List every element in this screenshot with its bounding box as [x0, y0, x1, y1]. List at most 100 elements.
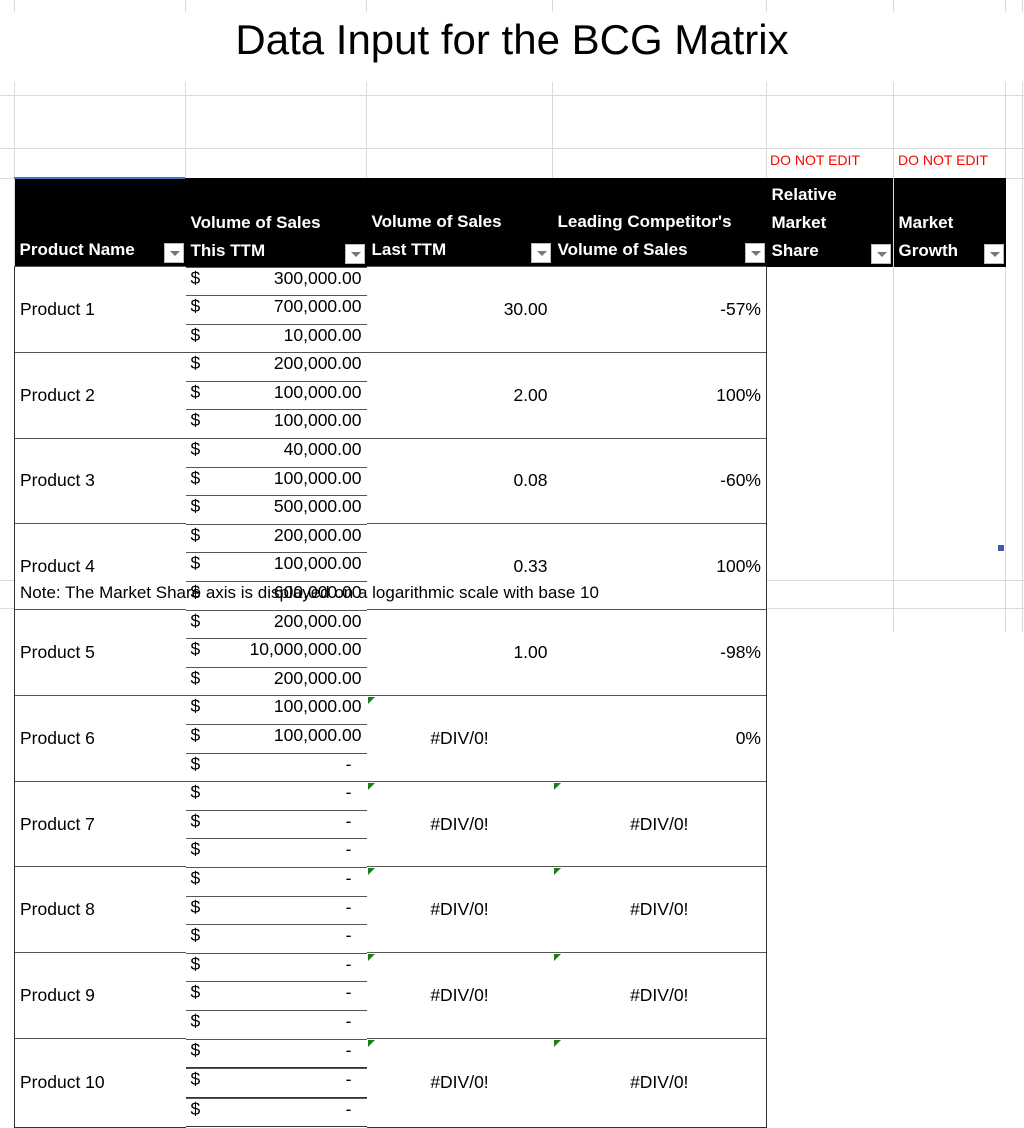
amount: -: [345, 1039, 352, 1060]
currency-symbol: $: [190, 1098, 201, 1119]
this-ttm-cell[interactable]: $200,000.00: [185, 609, 367, 639]
error-indicator-icon[interactable]: [553, 1040, 561, 1048]
table-row: Product 1 $300,000.00 $700,000.00 $10,000.0…: [14, 266, 1006, 353]
this-ttm-cell[interactable]: $ -: [185, 952, 367, 982]
amount: 10,000.00: [283, 324, 362, 345]
growth-cell[interactable]: #DIV/0!: [552, 780, 767, 867]
this-ttm-cell[interactable]: $ -: [185, 1038, 367, 1069]
growth-cell[interactable]: 0%: [552, 694, 767, 782]
competitor-cell[interactable]: $500,000.00: [185, 495, 367, 524]
rel-share-cell[interactable]: #DIV/0!: [366, 866, 553, 953]
product-name-cell[interactable]: Product 2: [14, 351, 186, 439]
filter-dropdown-icon[interactable]: [530, 243, 551, 263]
this-ttm-cell[interactable]: $200,000.00: [185, 352, 367, 381]
currency-symbol: $: [190, 982, 201, 1003]
log-scale-note: Note: The Market Share axis is displayed…: [20, 583, 599, 602]
last-ttm-cell[interactable]: $ -: [185, 1068, 367, 1098]
last-ttm-cell[interactable]: $ -: [185, 981, 367, 1010]
growth-cell[interactable]: 100%: [552, 351, 767, 439]
value: -57%: [720, 298, 761, 319]
error-indicator-icon[interactable]: [367, 868, 375, 876]
amount: 100,000.00: [273, 410, 362, 431]
this-ttm-cell[interactable]: $300,000.00: [185, 266, 367, 296]
column-header-label: Volume of Sales This TTM: [190, 212, 321, 260]
this-ttm-cell[interactable]: $ -: [185, 866, 367, 896]
competitor-cell[interactable]: $ -: [185, 838, 367, 867]
last-ttm-cell[interactable]: $100,000.00: [185, 552, 367, 582]
error-indicator-icon[interactable]: [367, 696, 375, 704]
error-indicator-icon[interactable]: [553, 954, 561, 962]
rel-share-cell[interactable]: #DIV/0!: [366, 1038, 553, 1128]
error-indicator-icon[interactable]: [367, 954, 375, 962]
filter-dropdown-icon[interactable]: [744, 243, 765, 263]
product-name-cell[interactable]: Product 6: [14, 694, 186, 782]
filter-dropdown-icon[interactable]: [871, 243, 891, 264]
competitor-cell[interactable]: $ -: [185, 924, 367, 953]
this-ttm-cell[interactable]: $ -: [185, 781, 367, 810]
growth-cell[interactable]: #DIV/0!: [552, 866, 767, 953]
growth-cell[interactable]: -98%: [552, 609, 767, 696]
error-indicator-icon[interactable]: [367, 782, 375, 790]
table-row: Product 5 $200,000.00 $10,000,000.00 $200,0…: [14, 609, 1006, 696]
filter-dropdown-icon[interactable]: [983, 243, 1004, 264]
competitor-cell[interactable]: $ -: [185, 752, 367, 782]
do-not-edit-warning: DO NOT EDIT: [898, 152, 988, 168]
last-ttm-cell[interactable]: $100,000.00: [185, 380, 367, 410]
product-name-cell[interactable]: Product 3: [14, 437, 186, 524]
amount: -: [345, 896, 352, 917]
competitor-cell[interactable]: $10,000.00: [185, 323, 367, 353]
rel-share-cell[interactable]: 2.00: [366, 351, 553, 439]
amount: 100,000.00: [273, 467, 362, 488]
error-indicator-icon[interactable]: [553, 782, 561, 790]
value: #DIV/0!: [430, 727, 489, 748]
product-name-cell[interactable]: Product 1: [14, 266, 186, 353]
product-name-cell[interactable]: Product 10: [14, 1038, 186, 1128]
growth-cell[interactable]: -60%: [552, 437, 767, 524]
growth-cell[interactable]: #DIV/0!: [552, 1038, 767, 1128]
growth-cell[interactable]: #DIV/0!: [552, 952, 767, 1039]
rel-share-cell[interactable]: 0.08: [366, 437, 553, 524]
product-name-cell[interactable]: Product 9: [14, 952, 186, 1039]
rel-share-cell[interactable]: #DIV/0!: [366, 694, 553, 782]
product-name-cell[interactable]: Product 5: [14, 609, 186, 696]
last-ttm-cell[interactable]: $700,000.00: [185, 295, 367, 324]
competitor-cell[interactable]: $200,000.00: [185, 666, 367, 696]
currency-symbol: $: [190, 782, 201, 803]
error-indicator-icon[interactable]: [367, 1040, 375, 1048]
value: #DIV/0!: [630, 1072, 689, 1093]
last-ttm-cell[interactable]: $100,000.00: [185, 724, 367, 753]
amount: 10,000,000.00: [249, 639, 362, 660]
rel-share-cell[interactable]: #DIV/0!: [366, 952, 553, 1039]
error-indicator-icon[interactable]: [553, 868, 561, 876]
table-row: Product 2 $200,000.00 $100,000.00 $100,000.…: [14, 351, 1006, 439]
filter-dropdown-icon[interactable]: [163, 243, 184, 263]
competitor-cell[interactable]: $100,000.00: [185, 409, 367, 439]
product-name-cell[interactable]: Product 7: [14, 780, 186, 867]
column-header: Volume of Sales This TTM: [185, 178, 367, 267]
rel-share-cell[interactable]: #DIV/0!: [366, 780, 553, 867]
currency-symbol: $: [190, 324, 201, 345]
growth-cell[interactable]: -57%: [552, 266, 767, 353]
product-name-cell[interactable]: Product 8: [14, 866, 186, 953]
last-ttm-cell[interactable]: $ -: [185, 895, 367, 925]
currency-symbol: $: [190, 867, 201, 888]
this-ttm-cell[interactable]: $200,000.00: [185, 523, 367, 553]
last-ttm-cell[interactable]: $100,000.00: [185, 466, 367, 496]
competitor-cell[interactable]: $ -: [185, 1097, 367, 1128]
value: 0.33: [513, 556, 548, 577]
this-ttm-cell[interactable]: $100,000.00: [185, 695, 367, 724]
column-header: Market Growth: [893, 178, 1006, 267]
table-resize-handle[interactable]: [998, 545, 1004, 551]
this-ttm-cell[interactable]: $40,000.00: [185, 438, 367, 467]
competitor-cell[interactable]: $ -: [185, 1009, 367, 1039]
amount: 40,000.00: [283, 439, 362, 460]
currency-symbol: $: [190, 953, 201, 974]
currency-symbol: $: [190, 896, 201, 917]
filter-dropdown-icon[interactable]: [344, 243, 365, 264]
value: 0.08: [513, 470, 548, 491]
last-ttm-cell[interactable]: $ -: [185, 809, 367, 839]
rel-share-cell[interactable]: 30.00: [366, 266, 553, 353]
amount: -: [345, 867, 352, 888]
rel-share-cell[interactable]: 1.00: [366, 609, 553, 696]
last-ttm-cell[interactable]: $10,000,000.00: [185, 638, 367, 667]
